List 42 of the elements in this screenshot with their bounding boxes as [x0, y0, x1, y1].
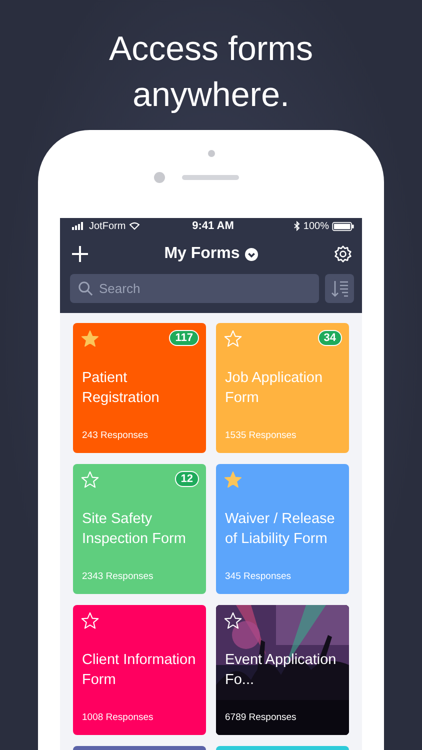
settings-icon[interactable]	[334, 245, 352, 263]
star-icon[interactable]	[81, 330, 99, 348]
headline: Access forms anywhere.	[108, 29, 314, 116]
response-count: 243 Responses	[81, 430, 150, 441]
battery-icon	[332, 222, 354, 230]
form-title: Site Safety Inspection Form	[81, 510, 187, 549]
sensor-icon	[208, 150, 214, 157]
form-card[interactable]: Waiver / Release of Liability Form 345 Responses	[216, 464, 349, 594]
carrier-name: JotForm	[89, 220, 126, 232]
count-badge: 117	[169, 330, 199, 346]
form-card[interactable]: 34 Job Application Form 1535 Responses	[216, 323, 349, 453]
speaker-icon	[182, 175, 238, 180]
status-time: 9:41 AM	[192, 220, 234, 232]
chevron-down-icon[interactable]	[244, 248, 258, 260]
form-title: Waiver / Release of Liability Form	[224, 510, 336, 549]
form-title: Job Application Form	[224, 369, 324, 408]
wifi-icon	[128, 222, 140, 230]
response-count: 1008 Responses	[81, 712, 154, 723]
response-count: 345 Responses	[224, 571, 292, 582]
star-icon[interactable]	[224, 471, 242, 489]
signal-icon	[72, 222, 86, 230]
camera-icon	[154, 172, 164, 183]
sort-button[interactable]	[325, 274, 354, 303]
search-field[interactable]: Search	[70, 274, 319, 303]
page-title[interactable]: My Forms	[164, 245, 240, 263]
bluetooth-icon	[294, 221, 300, 231]
form-card[interactable]: Event Application Fo... 6789 Responses	[216, 605, 349, 735]
count-badge: 34	[318, 330, 342, 346]
form-card[interactable]: 12 Site Safety Inspection Form 2343 Responses	[73, 464, 206, 594]
add-icon[interactable]	[72, 246, 88, 262]
response-count: 6789 Responses	[224, 712, 298, 723]
sort-icon	[330, 280, 348, 298]
response-count: 1535 Responses	[224, 430, 298, 441]
form-card[interactable]: Client Information Form 1008 Responses	[73, 605, 206, 735]
form-title: Client Information Form	[81, 651, 197, 690]
form-card[interactable]: 117 Patient Registration 243 Responses	[73, 323, 206, 453]
battery-percent: 100%	[303, 220, 329, 232]
form-title: Patient Registration	[81, 369, 160, 408]
count-badge: 12	[174, 471, 199, 487]
search-icon	[78, 281, 93, 296]
form-title: Event Application Fo...	[224, 651, 338, 690]
response-count: 2343 Responses	[81, 571, 154, 582]
